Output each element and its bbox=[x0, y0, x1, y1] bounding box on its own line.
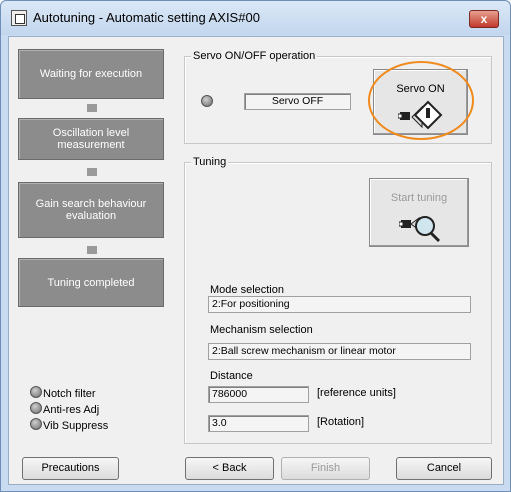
start-tuning-button[interactable]: Start tuning bbox=[369, 178, 469, 247]
anti-res-led-icon bbox=[30, 402, 42, 414]
mechanism-selection-field[interactable]: 2:Ball screw mechanism or linear motor bbox=[208, 343, 471, 360]
step-gain-search: Gain search behaviour evaluation bbox=[18, 182, 164, 238]
step-waiting-for-execution: Waiting for execution bbox=[18, 49, 164, 99]
vib-suppress-label: Vib Suppress bbox=[43, 420, 109, 432]
app-icon bbox=[11, 10, 27, 26]
close-button[interactable]: x bbox=[469, 10, 499, 28]
servo-status-led-icon bbox=[201, 95, 213, 107]
vib-suppress-led-icon bbox=[30, 418, 42, 430]
servo-status-field: Servo OFF bbox=[244, 93, 351, 110]
notch-filter-label: Notch filter bbox=[43, 388, 96, 400]
step-connector bbox=[87, 168, 97, 176]
cancel-button[interactable]: Cancel bbox=[396, 457, 492, 480]
mode-selection-field[interactable]: 2:For positioning bbox=[208, 296, 471, 313]
title-bar: Autotuning - Automatic setting AXIS#00 x bbox=[1, 1, 510, 35]
rotation-unit: [Rotation] bbox=[317, 416, 365, 428]
autotuning-window: Autotuning - Automatic setting AXIS#00 x… bbox=[0, 0, 511, 492]
servo-on-highlight-circle bbox=[368, 61, 474, 140]
window-title: Autotuning - Automatic setting AXIS#00 bbox=[33, 10, 260, 25]
step-connector bbox=[87, 104, 97, 112]
step-connector bbox=[87, 246, 97, 254]
finish-button[interactable]: Finish bbox=[281, 457, 370, 480]
step-tuning-completed: Tuning completed bbox=[18, 258, 164, 307]
rotation-field[interactable]: 3.0 bbox=[208, 415, 309, 432]
distance-unit: [reference units] bbox=[317, 387, 396, 399]
anti-res-label: Anti-res Adj bbox=[43, 404, 100, 416]
servo-group-label: Servo ON/OFF operation bbox=[191, 50, 318, 62]
precautions-button[interactable]: Precautions bbox=[22, 457, 119, 480]
back-button[interactable]: < Back bbox=[185, 457, 274, 480]
distance-field[interactable]: 786000 bbox=[208, 386, 309, 403]
tuning-group-label: Tuning bbox=[191, 156, 229, 168]
distance-label: Distance bbox=[210, 370, 253, 382]
mode-selection-label: Mode selection bbox=[210, 284, 284, 296]
mechanism-selection-label: Mechanism selection bbox=[210, 324, 313, 336]
step-oscillation-measurement: Oscillation level measurement bbox=[18, 118, 164, 160]
notch-filter-led-icon bbox=[30, 386, 42, 398]
start-tuning-label: Start tuning bbox=[390, 192, 448, 204]
magnifier-icon bbox=[399, 216, 441, 243]
